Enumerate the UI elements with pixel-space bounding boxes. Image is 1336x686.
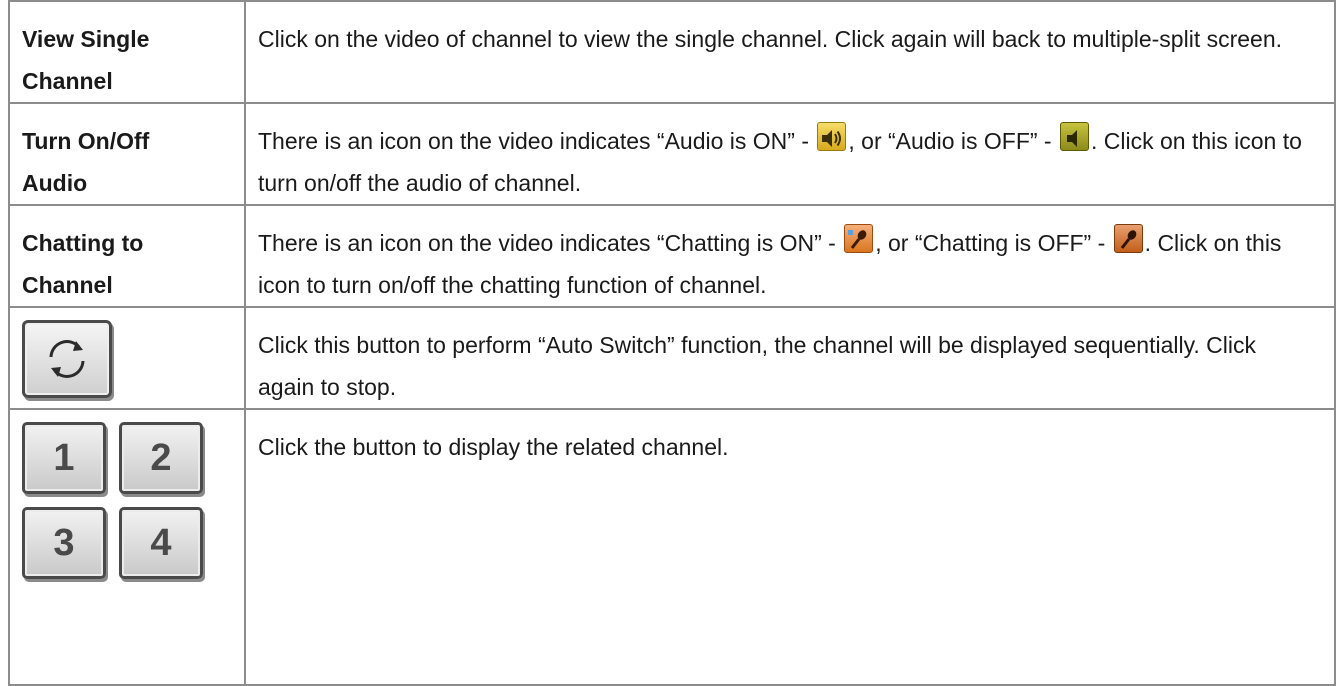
description-text: Click this button to perform “Auto Switc… — [258, 332, 1256, 400]
description-text: , or “Audio is OFF” - — [848, 128, 1058, 154]
table-row: View Single Channel Click on the video o… — [8, 0, 1336, 104]
term-cell: Turn On/Off Audio — [8, 102, 246, 206]
description-text: There is an icon on the video indicates … — [258, 230, 843, 256]
description-text: Click on the video of channel to view th… — [258, 26, 1283, 52]
table-row: Chatting to Channel There is an icon on … — [8, 204, 1336, 308]
feature-table: View Single Channel Click on the video o… — [8, 0, 1336, 686]
term-cell: Chatting to Channel — [8, 204, 246, 308]
term-line: Audio — [22, 170, 88, 196]
auto-switch-button[interactable] — [22, 320, 112, 398]
description-cell: There is an icon on the video indicates … — [244, 204, 1336, 308]
description-text: There is an icon on the video indicates … — [258, 128, 816, 154]
description-cell: Click this button to perform “Auto Switc… — [244, 306, 1336, 410]
term-line: View Single — [22, 26, 150, 52]
description-text: Click the button to display the related … — [258, 434, 729, 460]
microphone-off-icon — [1113, 224, 1143, 253]
channel-1-button[interactable]: 1 — [22, 422, 106, 494]
term-line: Channel — [22, 68, 113, 94]
channel-2-button[interactable]: 2 — [119, 422, 203, 494]
table-row: Click this button to perform “Auto Switc… — [8, 306, 1336, 410]
speaker-on-icon — [817, 122, 847, 151]
term-cell — [8, 306, 246, 410]
description-cell: Click on the video of channel to view th… — [244, 0, 1336, 104]
description-text: , or “Chatting is OFF” - — [875, 230, 1112, 256]
channel-button-grid: 1 2 3 4 — [22, 422, 232, 579]
term-line: Channel — [22, 272, 113, 298]
term-cell: 1 2 3 4 — [8, 408, 246, 686]
table-row: Turn On/Off Audio There is an icon on th… — [8, 102, 1336, 206]
microphone-on-icon — [844, 224, 874, 253]
term-line: Chatting to — [22, 230, 144, 256]
term-cell: View Single Channel — [8, 0, 246, 104]
channel-4-button[interactable]: 4 — [119, 507, 203, 579]
description-cell: Click the button to display the related … — [244, 408, 1336, 686]
table-row: 1 2 3 4 Click the button to display the … — [8, 408, 1336, 686]
speaker-off-icon — [1059, 122, 1089, 151]
channel-3-button[interactable]: 3 — [22, 507, 106, 579]
term-line: Turn On/Off — [22, 128, 150, 154]
description-cell: There is an icon on the video indicates … — [244, 102, 1336, 206]
refresh-icon — [49, 340, 85, 378]
